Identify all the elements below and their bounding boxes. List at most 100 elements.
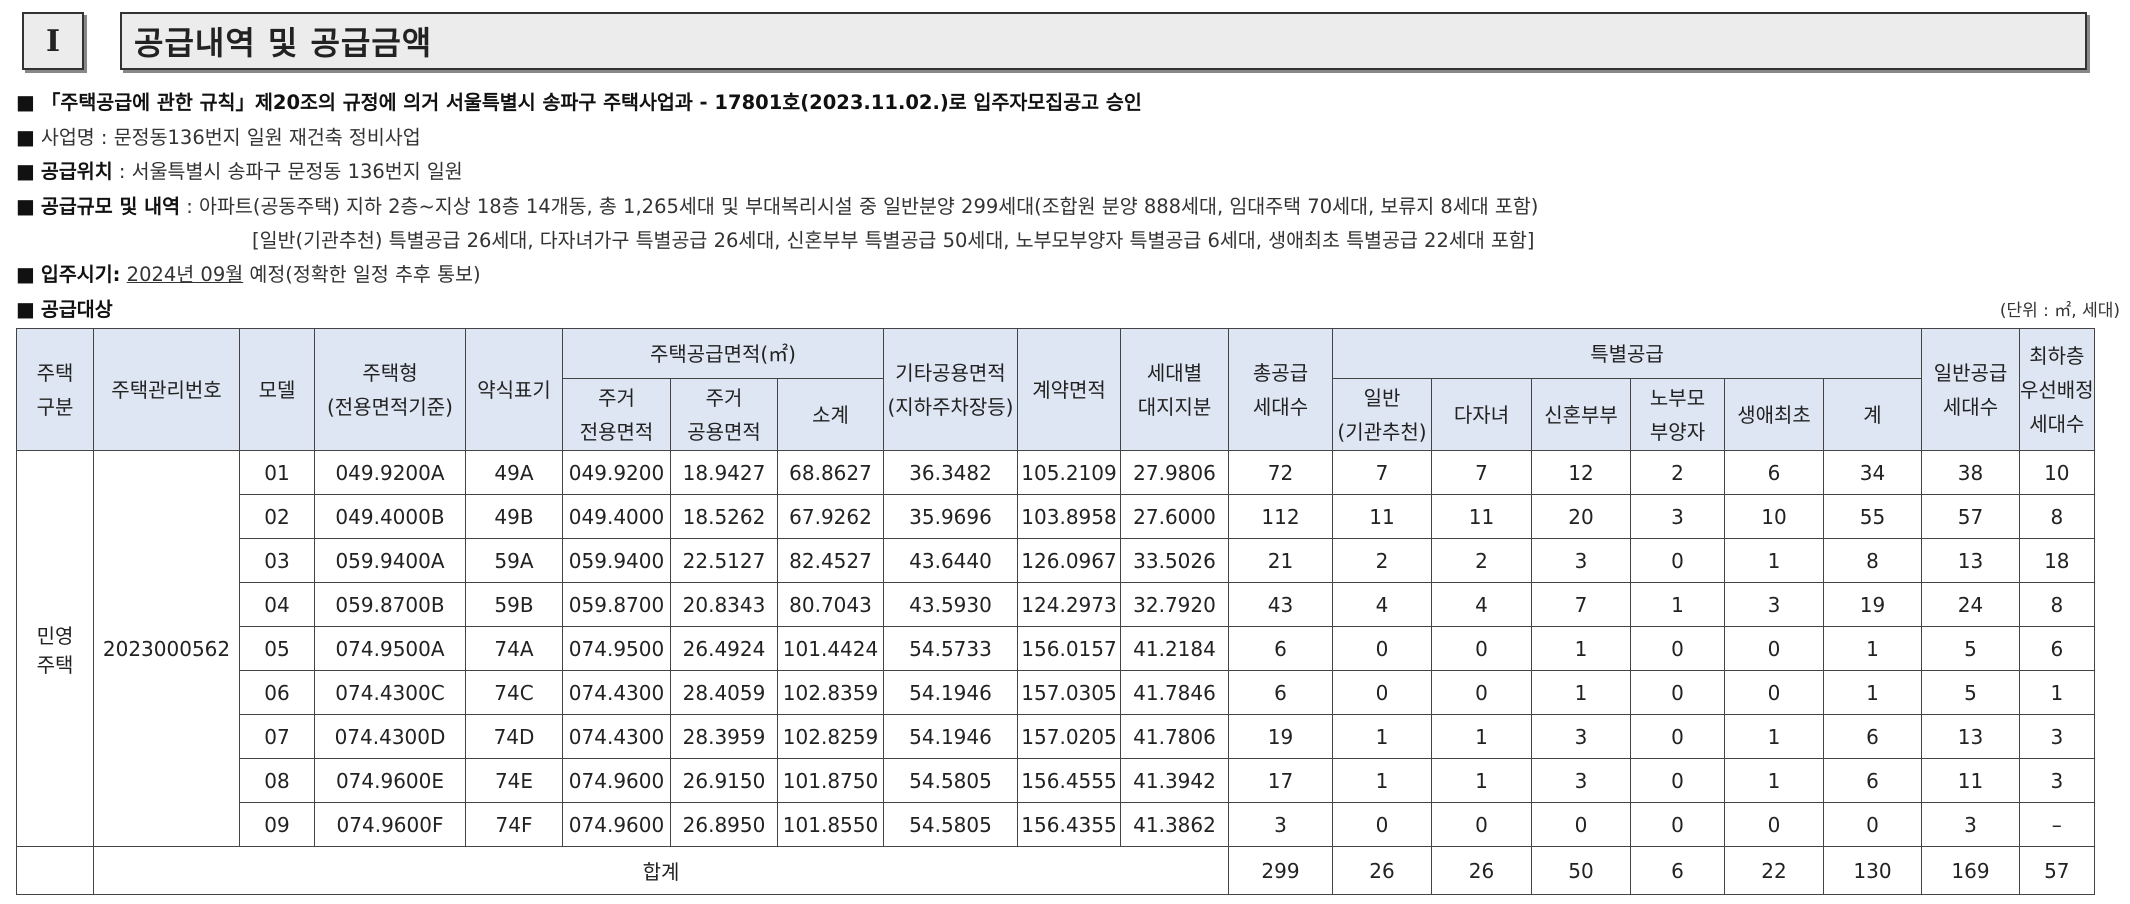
- table-cell: 3: [1531, 714, 1631, 759]
- table-body: 민영 주택 2023000562 01 049.9200A 49A 049.9200 18.…: [16, 450, 2095, 847]
- header-sp-general: 일반 (기관추천): [1332, 378, 1432, 451]
- table-cell: 21: [1228, 538, 1333, 583]
- table-cell: 049.4000: [562, 494, 671, 539]
- approval-line: ■ 「주택공급에 관한 규칙」제20조의 규정에 의거 서울특별시 송파구 주택사…: [16, 90, 1142, 114]
- table-cell: 80.7043: [777, 582, 884, 627]
- total-row: 합계 299 26 26 50 6 22 130 169 57: [16, 846, 2095, 895]
- project-line: ■ 사업명 : 문정동136번지 일원 재건축 정비사업: [16, 125, 421, 149]
- table-row: 06 074.4300C 74C 074.4300 28.4059 102.8359 54.…: [17, 670, 2095, 715]
- table-cell: 6: [2019, 626, 2095, 671]
- header-subtotal: 소계: [777, 378, 884, 451]
- table-cell: 11: [1921, 758, 2020, 803]
- header-sp-firsttime: 생애최초: [1724, 378, 1824, 451]
- table-row: 09 074.9600F 74F 074.9600 26.8950 101.8550 54.…: [17, 802, 2095, 847]
- table-cell: 55: [1823, 494, 1922, 539]
- table-cell: 059.9400: [562, 538, 671, 583]
- table-row: 07 074.4300D 74D 074.4300 28.3959 102.8259 54.…: [17, 714, 2095, 759]
- table-cell: 3: [1630, 494, 1725, 539]
- table-cell: 7: [1332, 450, 1432, 495]
- table-cell: 2: [1332, 538, 1432, 583]
- table-cell: 101.8550: [777, 802, 884, 847]
- scale-label: 공급규모 및 내역: [40, 195, 181, 218]
- table-cell: 8: [2019, 582, 2095, 627]
- total-cell: 22: [1724, 846, 1824, 895]
- target-line: ■ 공급대상: [16, 297, 113, 321]
- table-cell: 41.3862: [1120, 802, 1229, 847]
- total-cell: 169: [1921, 846, 2020, 895]
- table-cell: 0: [1431, 670, 1532, 715]
- table-cell: 074.9500: [562, 626, 671, 671]
- table-cell: 68.8627: [777, 450, 884, 495]
- target-label: 공급대상: [40, 298, 113, 321]
- table-cell: 27.9806: [1120, 450, 1229, 495]
- table-cell: 074.9600F: [314, 802, 466, 847]
- table-cell: 11: [1431, 494, 1532, 539]
- header-sp-elderly: 노부모 부양자: [1630, 378, 1725, 451]
- location-label: 공급위치: [40, 160, 113, 183]
- scale-value: : 아파트(공동주택) 지하 2층~지상 18층 14개동, 총 1,265세대…: [180, 195, 1539, 218]
- table-cell: 4: [1332, 582, 1432, 627]
- table-cell: 102.8259: [777, 714, 884, 759]
- table-cell: 059.9400A: [314, 538, 466, 583]
- table-row: 03 059.9400A 59A 059.9400 22.5127 82.4527 43.6…: [17, 538, 2095, 583]
- header-sp-newlywed: 신혼부부: [1531, 378, 1631, 451]
- table-cell: 74F: [465, 802, 563, 847]
- table-cell: 103.8958: [1017, 494, 1121, 539]
- table-cell: 38: [1921, 450, 2020, 495]
- total-cell: 26: [1431, 846, 1532, 895]
- header-sp-multichild: 다자녀: [1431, 378, 1532, 451]
- table-cell: 67.9262: [777, 494, 884, 539]
- movein-label: 입주시기:: [40, 263, 121, 286]
- project-label: 사업명: [40, 126, 95, 149]
- unit-note: (단위 : ㎡, 세대): [1999, 301, 2120, 321]
- table-cell: 6: [1724, 450, 1824, 495]
- table-cell: 41.7846: [1120, 670, 1229, 715]
- table-cell: 05: [239, 626, 315, 671]
- total-cell: 26: [1332, 846, 1432, 895]
- header-contract-area: 계약면적: [1017, 328, 1121, 451]
- table-cell: 41.7806: [1120, 714, 1229, 759]
- table-cell: 6: [1823, 714, 1922, 759]
- table-cell: 3: [1531, 538, 1631, 583]
- section-number: I: [22, 12, 84, 70]
- table-cell: 3: [1921, 802, 2020, 847]
- table-cell: 156.4355: [1017, 802, 1121, 847]
- table-cell: 24: [1921, 582, 2020, 627]
- table-cell: 10: [2019, 450, 2095, 495]
- table-cell: 41.3942: [1120, 758, 1229, 803]
- header-housing-type: 주택 구분: [16, 328, 94, 451]
- table-cell: 0: [1431, 802, 1532, 847]
- header-other-common: 기타공용면적 (지하주차장등): [883, 328, 1018, 451]
- table-cell: 54.1946: [883, 714, 1018, 759]
- table-cell: 28.3959: [670, 714, 778, 759]
- table-cell: 0: [1630, 802, 1725, 847]
- supply-table: 주택 구분 주택관리번호 모델 주택형 (전용면적기준) 약식표기 주택공급면적…: [16, 328, 2095, 895]
- scale-detail: [일반(기관추천) 특별공급 26세대, 다자녀가구 특별공급 26세대, 신혼…: [252, 229, 1535, 252]
- table-cell: 1: [1724, 538, 1824, 583]
- table-cell: 06: [239, 670, 315, 715]
- table-cell: 49B: [465, 494, 563, 539]
- table-cell: 0: [1332, 626, 1432, 671]
- total-empty-cell: [16, 846, 94, 895]
- table-cell: 43: [1228, 582, 1333, 627]
- header-total-supply: 총공급 세대수: [1228, 328, 1333, 451]
- table-cell: 156.4555: [1017, 758, 1121, 803]
- header-general-supply: 일반공급 세대수: [1921, 328, 2020, 451]
- total-cell: 6: [1630, 846, 1725, 895]
- total-label: 합계: [93, 846, 1229, 895]
- housing-category-cell: 민영 주택: [16, 450, 94, 847]
- table-cell: 0: [1332, 670, 1432, 715]
- table-cell: 4: [1431, 582, 1532, 627]
- table-cell: 27.6000: [1120, 494, 1229, 539]
- table-cell: 22.5127: [670, 538, 778, 583]
- total-cell: 57: [2019, 846, 2095, 895]
- management-number-cell: 2023000562: [93, 450, 240, 847]
- scale-line: ■ 공급규모 및 내역 : 아파트(공동주택) 지하 2층~지상 18층 14개동…: [16, 194, 1539, 218]
- table-cell: 074.9600E: [314, 758, 466, 803]
- table-cell: 74E: [465, 758, 563, 803]
- header-model: 모델: [239, 328, 315, 451]
- table-cell: 8: [1823, 538, 1922, 583]
- table-cell: 126.0967: [1017, 538, 1121, 583]
- table-cell: –: [2019, 802, 2095, 847]
- table-row: 02 049.4000B 49B 049.4000 18.5262 67.9262 35.9…: [17, 494, 2095, 539]
